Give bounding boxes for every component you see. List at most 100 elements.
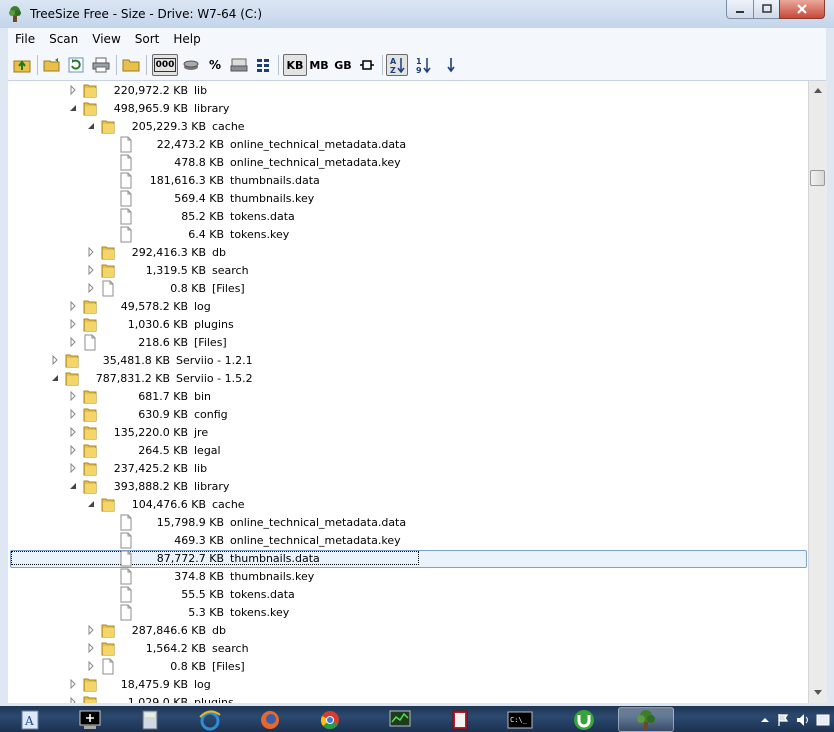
title-bar[interactable]: TreeSize Free - Size - Drive: W7-64 (C:) — [0, 0, 834, 28]
tree-row[interactable]: 498,965.9 KB library — [8, 100, 808, 118]
sort-descending-button[interactable] — [440, 54, 462, 76]
minimize-button[interactable] — [726, 0, 754, 19]
tray-expand[interactable] — [760, 712, 770, 728]
tree-row[interactable]: 1,564.2 KB search — [8, 640, 808, 658]
taskbar-app-treesize[interactable] — [618, 707, 674, 732]
tree-row[interactable]: 393,888.2 KB library — [8, 478, 808, 496]
file-name: thumbnails.data — [230, 552, 320, 565]
tree-row[interactable]: 205,229.3 KB cache — [8, 118, 808, 136]
go-up-button[interactable] — [11, 54, 33, 76]
scan-folder-button[interactable] — [41, 54, 63, 76]
tree-row[interactable]: 49,578.2 KB log — [8, 298, 808, 316]
tree-row[interactable]: 220,972.2 KB lib — [8, 82, 808, 100]
tree-row[interactable]: 1,030.6 KB plugins — [8, 316, 808, 334]
arrow-down-icon — [447, 58, 455, 73]
tree-row[interactable]: 478.8 KB online_technical_metadata.key — [8, 154, 808, 172]
tree-row[interactable]: 787,831.2 KB Serviio - 1.5.2 — [8, 370, 808, 388]
close-button[interactable] — [779, 0, 825, 19]
folder-name: plugins — [194, 318, 234, 331]
utorrent-icon — [574, 709, 594, 730]
kb-button[interactable]: KB — [283, 54, 307, 76]
tree-row[interactable]: 22,473.2 KB online_technical_metadata.dat… — [8, 136, 808, 154]
tree-row[interactable]: 630.9 KB config — [8, 406, 808, 424]
tree-row[interactable]: 569.4 KB thumbnails.key — [8, 190, 808, 208]
tree-row[interactable]: 55.5 KB tokens.data — [8, 586, 808, 604]
menu-help[interactable]: Help — [166, 32, 207, 46]
vertical-scrollbar[interactable] — [808, 81, 827, 703]
size-value: 1,030.6 KB — [127, 318, 188, 331]
tree-row[interactable]: 287,846.6 KB db — [8, 622, 808, 640]
tree-row[interactable]: 681.7 KB bin — [8, 388, 808, 406]
percent-button[interactable]: % — [204, 54, 226, 76]
taskbar-app-chrome[interactable] — [302, 707, 358, 732]
size-value: 393,888.2 KB — [113, 480, 188, 493]
menu-view[interactable]: View — [85, 32, 127, 46]
scroll-up-button[interactable] — [811, 83, 825, 97]
treesize-icon — [637, 709, 655, 730]
file-name: online_technical_metadata.data — [230, 138, 407, 151]
size-value: 22,473.2 KB — [156, 138, 224, 151]
sort-by-name-button[interactable]: 19 — [412, 54, 434, 76]
tree-row[interactable]: 87,772.7 KB thumbnails.data — [8, 550, 808, 568]
taskbar-app-firefox[interactable] — [242, 707, 298, 732]
menu-file[interactable]: File — [8, 32, 42, 46]
folder-name: lib — [194, 462, 208, 475]
taskbar-app-book[interactable] — [432, 707, 488, 732]
details-view-button[interactable] — [252, 54, 274, 76]
maximize-button[interactable] — [753, 0, 780, 19]
tree-row[interactable]: 15,798.9 KB online_technical_metadata.dat… — [8, 514, 808, 532]
tree-row[interactable]: 1,319.5 KB search — [8, 262, 808, 280]
file-count-button[interactable]: 000 — [152, 54, 178, 76]
gb-button[interactable]: GB — [332, 54, 354, 76]
drive-button[interactable] — [228, 54, 250, 76]
tree-row[interactable]: 5.3 KB tokens.key — [8, 604, 808, 622]
tree-row[interactable]: 374.8 KB thumbnails.key — [8, 568, 808, 586]
tree-row[interactable]: 104,476.6 KB cache — [8, 496, 808, 514]
taskbar-app-font-viewer[interactable]: A — [2, 707, 58, 732]
tree-row[interactable]: 35,481.8 KB Serviio - 1.2.1 — [8, 352, 808, 370]
auto-unit-button[interactable] — [356, 54, 378, 76]
taskbar-app-utorrent[interactable] — [556, 707, 612, 732]
menu-scan[interactable]: Scan — [42, 32, 85, 46]
tray-volume[interactable] — [796, 712, 810, 728]
tree-row[interactable]: 1,029.0 KB plugins — [8, 694, 808, 703]
tree-row[interactable]: 264.5 KB legal — [8, 442, 808, 460]
taskbar-app-cmd[interactable]: C:\_ — [492, 707, 548, 732]
tree-row[interactable]: 181,616.3 KB thumbnails.data — [8, 172, 808, 190]
file-name: online_technical_metadata.data — [230, 516, 407, 529]
folder-name: Serviio - 1.5.2 — [176, 372, 253, 385]
folder-tree[interactable]: 220,972.2 KB lib 498,965.9 KB library 205,22… — [8, 81, 808, 703]
tree-row[interactable]: 469.3 KB online_technical_metadata.key — [8, 532, 808, 550]
file-name: [Files] — [194, 336, 227, 349]
tray-app[interactable] — [816, 712, 830, 728]
treesize-app-icon[interactable] — [6, 5, 24, 23]
taskbar-app-console[interactable] — [62, 707, 118, 732]
tree-row[interactable]: 292,416.3 KB db — [8, 244, 808, 262]
file-name: thumbnails.data — [230, 174, 320, 187]
taskbar-app-task-manager[interactable] — [372, 707, 428, 732]
scroll-down-button[interactable] — [811, 686, 825, 700]
tree-row[interactable]: 135,220.0 KB jre — [8, 424, 808, 442]
tree-row[interactable]: 218.6 KB [Files] — [8, 334, 808, 352]
tree-row[interactable]: 85.2 KB tokens.data — [8, 208, 808, 226]
tree-row[interactable]: 237,425.2 KB lib — [8, 460, 808, 478]
internet-explorer-icon — [199, 710, 221, 730]
mb-button[interactable]: MB — [308, 54, 330, 76]
tray-flag-icon — [778, 714, 789, 726]
print-button[interactable] — [90, 54, 112, 76]
tree-row[interactable]: 0.8 KB [Files] — [8, 280, 808, 298]
sort-by-size-button[interactable]: AZ — [386, 54, 408, 76]
explore-button[interactable] — [120, 54, 142, 76]
folder-name: plugins — [194, 696, 234, 703]
tray-flag[interactable] — [776, 712, 790, 728]
taskbar-app-internet-explorer[interactable] — [182, 707, 238, 732]
minimize-icon — [736, 11, 744, 13]
tree-row[interactable]: 0.8 KB [Files] — [8, 658, 808, 676]
allocated-space-button[interactable] — [180, 54, 202, 76]
tree-row[interactable]: 6.4 KB tokens.key — [8, 226, 808, 244]
menu-sort[interactable]: Sort — [128, 32, 167, 46]
tree-row[interactable]: 18,475.9 KB log — [8, 676, 808, 694]
refresh-button[interactable] — [65, 54, 87, 76]
scrollbar-thumb[interactable] — [810, 170, 825, 186]
taskbar-app-calculator[interactable] — [122, 707, 178, 732]
